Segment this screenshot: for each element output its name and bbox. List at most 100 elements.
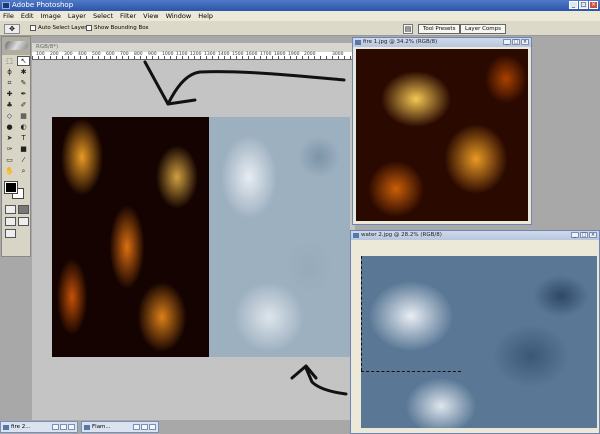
restore-icon[interactable] bbox=[133, 424, 140, 430]
eyedropper-icon[interactable]: ⁄ bbox=[17, 155, 30, 165]
show-bounding-box-label: Show Bounding Box bbox=[94, 25, 149, 31]
window-controls bbox=[52, 424, 75, 430]
marquee-tool-icon[interactable]: ⬚ bbox=[3, 56, 16, 66]
foreground-color-swatch[interactable] bbox=[4, 181, 18, 194]
menu-edit[interactable]: Edit bbox=[21, 11, 34, 21]
tab-tool-presets[interactable]: Tool Presets bbox=[418, 24, 461, 34]
selection-marquee bbox=[361, 256, 362, 371]
water2-window-titlebar[interactable]: water 2.jpg @ 28.2% (RGB/8) _ □ × bbox=[351, 231, 599, 240]
dodge-tool-icon[interactable]: ◐ bbox=[17, 122, 30, 132]
restore-icon[interactable] bbox=[52, 424, 59, 430]
hand-tool-icon[interactable]: ✋ bbox=[3, 166, 16, 176]
menu-file[interactable]: File bbox=[3, 11, 14, 21]
menu-filter[interactable]: Filter bbox=[120, 11, 136, 21]
minimize-icon[interactable]: _ bbox=[571, 232, 579, 238]
minimize-icon[interactable]: _ bbox=[569, 1, 578, 9]
healing-brush-icon[interactable]: ✚ bbox=[3, 89, 16, 99]
app-title: Adobe Photoshop bbox=[12, 1, 74, 9]
water2-window-controls: _ □ × bbox=[571, 232, 597, 238]
menu-image[interactable]: Image bbox=[40, 11, 60, 21]
maximize-icon[interactable] bbox=[141, 424, 148, 430]
standard-mode-icon[interactable] bbox=[5, 205, 16, 214]
document-icon bbox=[355, 40, 361, 45]
toolbox-header bbox=[2, 37, 30, 55]
quick-mask-row bbox=[2, 205, 30, 214]
adobe-feather-icon bbox=[5, 41, 28, 50]
move-tool-preset-icon[interactable]: ✥ bbox=[4, 24, 20, 34]
screen-mode-row bbox=[2, 217, 30, 226]
app-titlebar: Adobe Photoshop _ □ × bbox=[0, 0, 600, 11]
file-browser-icon[interactable]: ▤ bbox=[403, 24, 413, 34]
checkbox-box[interactable] bbox=[30, 25, 36, 31]
pen-tool-icon[interactable]: ✑ bbox=[3, 144, 16, 154]
minimized-flame-label: Flam... bbox=[92, 424, 111, 430]
menu-bar: File Edit Image Layer Select Filter View… bbox=[0, 11, 600, 21]
fire-layer-image bbox=[52, 117, 209, 357]
close-icon[interactable]: × bbox=[521, 39, 529, 45]
close-icon[interactable] bbox=[68, 424, 75, 430]
document-icon bbox=[3, 425, 9, 430]
brush-tool-icon[interactable]: ✒ bbox=[17, 89, 30, 99]
auto-select-layer-checkbox[interactable]: Auto Select Layer bbox=[30, 25, 87, 31]
fire1-window-title: fire 1.jpg @ 34.2% (RGB/8) bbox=[363, 39, 438, 45]
water2-image[interactable] bbox=[361, 256, 597, 428]
options-bar: ✥ Auto Select Layer Show Bounding Box ▤ bbox=[0, 21, 600, 36]
menu-view[interactable]: View bbox=[143, 11, 158, 21]
history-brush-icon[interactable]: ✐ bbox=[17, 100, 30, 110]
crop-tool-icon[interactable]: ⌗ bbox=[3, 78, 16, 88]
close-icon[interactable]: × bbox=[589, 232, 597, 238]
fire1-window-titlebar[interactable]: fire 1.jpg @ 34.2% (RGB/8) _ □ × bbox=[353, 38, 531, 47]
show-bounding-box-checkbox[interactable]: Show Bounding Box bbox=[86, 25, 149, 31]
type-tool-icon[interactable]: T bbox=[17, 133, 30, 143]
notes-tool-icon[interactable]: ▭ bbox=[3, 155, 16, 165]
maximize-icon[interactable]: □ bbox=[579, 1, 588, 9]
move-tool-icon[interactable]: ↖ bbox=[17, 56, 30, 66]
tab-layer-comps[interactable]: Layer Comps bbox=[460, 24, 507, 34]
standard-screen-icon[interactable] bbox=[5, 217, 16, 226]
maximize-icon[interactable]: □ bbox=[512, 39, 520, 45]
maximize-icon[interactable]: □ bbox=[580, 232, 588, 238]
slice-tool-icon[interactable]: ✎ bbox=[17, 78, 30, 88]
fire1-image[interactable] bbox=[356, 49, 528, 221]
horizontal-ruler: 100 200 300 400 500 600 700 800 900 1000… bbox=[32, 52, 355, 60]
toolbox: ⬚ ↖ ϕ ✱ ⌗ ✎ ✚ ✒ ♣ ✐ ◇ ▦ ● ◐ ➤ T ✑ ■ ▭ ⁄ … bbox=[1, 36, 31, 257]
minimized-fire2-window[interactable]: fire 2... bbox=[0, 421, 78, 433]
checkbox-box[interactable] bbox=[86, 25, 92, 31]
photoshop-logo-icon bbox=[2, 2, 10, 9]
tool-grid: ⬚ ↖ ϕ ✱ ⌗ ✎ ✚ ✒ ♣ ✐ ◇ ▦ ● ◐ ➤ T ✑ ■ ▭ ⁄ … bbox=[2, 55, 30, 177]
shape-tool-icon[interactable]: ■ bbox=[17, 144, 30, 154]
gradient-tool-icon[interactable]: ▦ bbox=[17, 111, 30, 121]
zoom-tool-icon[interactable]: ⌕ bbox=[17, 166, 30, 176]
menu-layer[interactable]: Layer bbox=[68, 11, 86, 21]
maximize-icon[interactable] bbox=[60, 424, 67, 430]
minimized-flame-window[interactable]: Flam... bbox=[81, 421, 159, 433]
lasso-tool-icon[interactable]: ϕ bbox=[3, 67, 16, 77]
water-layer-image bbox=[209, 117, 350, 357]
close-icon[interactable]: × bbox=[589, 1, 598, 9]
ruler-ticks bbox=[32, 56, 355, 59]
auto-select-layer-label: Auto Select Layer bbox=[38, 25, 87, 31]
menu-select[interactable]: Select bbox=[93, 11, 113, 21]
menu-window[interactable]: Window bbox=[166, 11, 192, 21]
color-swatches bbox=[2, 180, 30, 202]
minimized-fire2-label: fire 2... bbox=[11, 424, 31, 430]
full-screen-menu-icon[interactable] bbox=[18, 217, 29, 226]
fire1-window-controls: _ □ × bbox=[503, 39, 529, 45]
window-controls bbox=[133, 424, 156, 430]
composite-canvas-image[interactable] bbox=[52, 117, 350, 357]
water2-window-title: water 2.jpg @ 28.2% (RGB/8) bbox=[361, 232, 442, 238]
quick-mask-mode-icon[interactable] bbox=[18, 205, 29, 214]
eraser-tool-icon[interactable]: ◇ bbox=[3, 111, 16, 121]
menu-help[interactable]: Help bbox=[198, 11, 213, 21]
minimize-icon[interactable]: _ bbox=[503, 39, 511, 45]
magic-wand-icon[interactable]: ✱ bbox=[17, 67, 30, 77]
fire1-document-window: fire 1.jpg @ 34.2% (RGB/8) _ □ × bbox=[352, 37, 532, 225]
selection-marquee bbox=[361, 371, 461, 372]
path-selection-icon[interactable]: ➤ bbox=[3, 133, 16, 143]
clone-stamp-icon[interactable]: ♣ bbox=[3, 100, 16, 110]
imageready-jump-icon[interactable] bbox=[5, 229, 16, 238]
blur-tool-icon[interactable]: ● bbox=[3, 122, 16, 132]
document-icon bbox=[353, 233, 359, 238]
main-document-tab[interactable]: RGB/8*) bbox=[32, 43, 355, 52]
close-icon[interactable] bbox=[149, 424, 156, 430]
